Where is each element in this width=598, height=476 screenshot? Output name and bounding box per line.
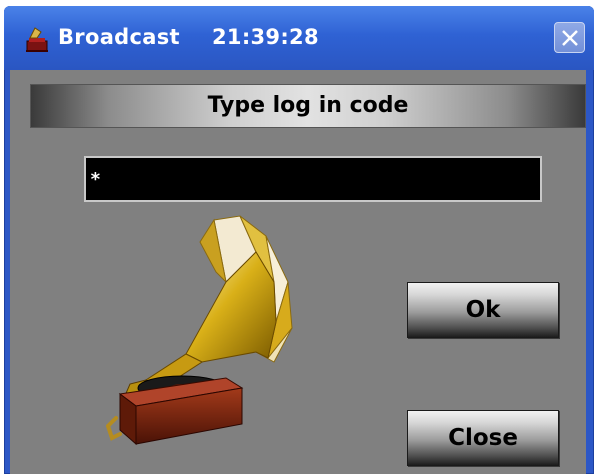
login-window: Broadcast 21:39:28 Type log in code * Ok…: [4, 6, 594, 474]
ok-button[interactable]: Ok: [407, 282, 559, 338]
dialog-body: Type log in code * Ok Close: [10, 70, 586, 474]
dialog-heading: Type log in code: [207, 93, 409, 118]
heading-bar: Type log in code: [30, 84, 586, 128]
window-title: Broadcast: [58, 25, 180, 49]
close-icon[interactable]: [554, 22, 585, 53]
gramophone-illustration: [105, 212, 296, 450]
login-code-input[interactable]: [84, 156, 542, 202]
title-bar[interactable]: Broadcast 21:39:28: [4, 6, 594, 70]
close-button[interactable]: Close: [407, 410, 559, 466]
window-clock: 21:39:28: [212, 25, 319, 49]
gramophone-icon: [26, 26, 48, 52]
